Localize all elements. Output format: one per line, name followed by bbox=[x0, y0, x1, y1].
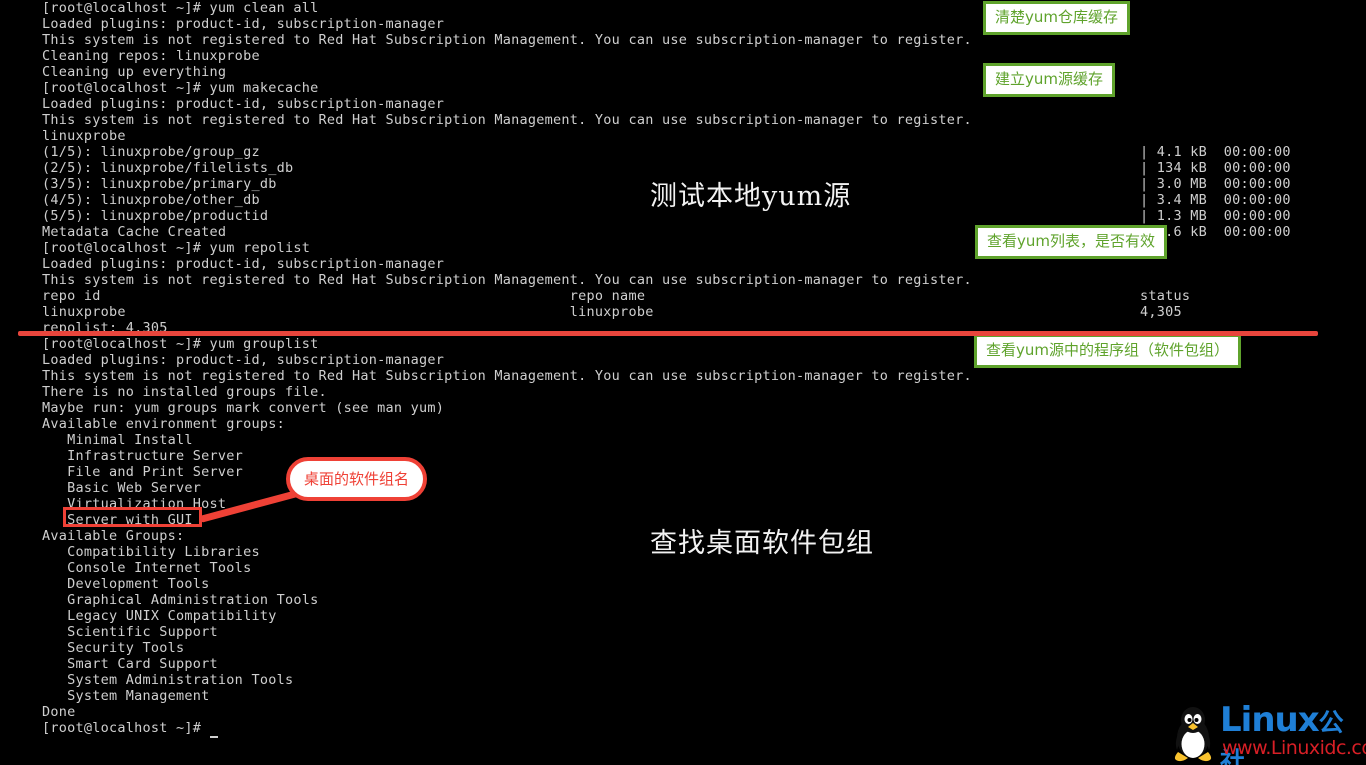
terminal-line: Cleaning repos: linuxprobe bbox=[42, 48, 1366, 64]
terminal-line-text: System Management bbox=[42, 688, 210, 704]
terminal-line: Legacy UNIX Compatibility bbox=[42, 608, 1366, 624]
terminal-line-text: (5/5): linuxprobe/productid bbox=[42, 208, 269, 224]
terminal-line-text: Development Tools bbox=[42, 576, 210, 592]
terminal-line: This system is not registered to Red Hat… bbox=[42, 272, 1366, 288]
terminal-line-text: Basic Web Server bbox=[42, 480, 202, 496]
terminal-line-text: Console Internet Tools bbox=[42, 560, 252, 576]
terminal-line: Security Tools bbox=[42, 640, 1366, 656]
terminal-line-right: | 4.1 kB 00:00:00 bbox=[1140, 144, 1291, 160]
terminal-line: [root@localhost ~]# yum clean all bbox=[42, 0, 1366, 16]
annotation-check-yum-list: 查看yum列表，是否有效 bbox=[975, 225, 1167, 259]
terminal-line: [root@localhost ~]# yum makecache bbox=[42, 80, 1366, 96]
terminal-line-text: [root@localhost ~]# yum grouplist bbox=[42, 336, 319, 352]
terminal-line: linuxprobe linuxprobe 4,305 bbox=[42, 304, 1366, 320]
terminal-line: Console Internet Tools bbox=[42, 560, 1366, 576]
terminal-line: (1/5): linuxprobe/group_gz | 4.1 kB 00:00… bbox=[42, 144, 1366, 160]
terminal-line-right: | 3.0 MB 00:00:00 bbox=[1140, 176, 1291, 192]
terminal-line: Development Tools bbox=[42, 576, 1366, 592]
terminal-line-text: Smart Card Support bbox=[42, 656, 218, 672]
terminal-line-text: Minimal Install bbox=[42, 432, 193, 448]
terminal-line-text: Available Groups: bbox=[42, 528, 185, 544]
terminal-line: There is no installed groups file. bbox=[42, 384, 1366, 400]
terminal-line: System Management bbox=[42, 688, 1366, 704]
terminal-line-text: Scientific Support bbox=[42, 624, 218, 640]
terminal-line: Scientific Support bbox=[42, 624, 1366, 640]
terminal-line: Basic Web Server bbox=[42, 480, 1366, 496]
highlight-box-server-with-gui bbox=[63, 507, 202, 527]
terminal-line-right: 4,305 bbox=[1140, 304, 1182, 320]
logo-brand-en: Linux bbox=[1220, 700, 1320, 740]
terminal-line-text: linuxprobe linuxprobe bbox=[42, 304, 654, 320]
terminal-line-text: Maybe run: yum groups mark convert (see … bbox=[42, 400, 445, 416]
terminal-line: Maybe run: yum groups mark convert (see … bbox=[42, 400, 1366, 416]
callout-desktop-group-name: 桌面的软件组名 bbox=[286, 457, 428, 501]
terminal-line: Loaded plugins: product-id, subscription… bbox=[42, 256, 1366, 272]
terminal-line-text: (2/5): linuxprobe/filelists_db bbox=[42, 160, 294, 176]
terminal-line: Infrastructure Server bbox=[42, 448, 1366, 464]
terminal-line: System Administration Tools bbox=[42, 672, 1366, 688]
terminal-line: Available environment groups: bbox=[42, 416, 1366, 432]
annotation-clean-yum-cache: 清楚yum仓库缓存 bbox=[983, 1, 1130, 35]
annotation-build-yum-cache: 建立yum源缓存 bbox=[983, 63, 1115, 97]
terminal-line-text: repo id repo name bbox=[42, 288, 646, 304]
terminal-cursor bbox=[209, 720, 218, 738]
terminal-line-text: Loaded plugins: product-id, subscription… bbox=[42, 96, 445, 112]
terminal-line: Metadata Cache Created | 1.6 kB 00:00:00 bbox=[42, 224, 1366, 240]
terminal-line-text: [root@localhost ~]# yum clean all bbox=[42, 0, 319, 16]
terminal-line: This system is not registered to Red Hat… bbox=[42, 112, 1366, 128]
terminal-line-text: Done bbox=[42, 704, 76, 720]
terminal-line-text: Graphical Administration Tools bbox=[42, 592, 319, 608]
tux-penguin-icon bbox=[1174, 707, 1212, 762]
terminal-output: [root@localhost ~]# yum clean all Loaded … bbox=[42, 0, 1366, 738]
terminal-line-text: This system is not registered to Red Hat… bbox=[42, 112, 972, 128]
terminal-line: Minimal Install bbox=[42, 432, 1366, 448]
terminal-line-text: Loaded plugins: product-id, subscription… bbox=[42, 352, 445, 368]
terminal-line: File and Print Server bbox=[42, 464, 1366, 480]
red-separator-line bbox=[18, 331, 1318, 336]
terminal-line-text: [root@localhost ~]# yum makecache bbox=[42, 80, 319, 96]
terminal-screenshot: [root@localhost ~]# yum clean all Loaded … bbox=[0, 0, 1366, 765]
terminal-line-text: Compatibility Libraries bbox=[42, 544, 260, 560]
terminal-line-text: (3/5): linuxprobe/primary_db bbox=[42, 176, 277, 192]
annotation-check-yum-groups: 查看yum源中的程序组（软件包组） bbox=[974, 334, 1241, 368]
terminal-line-text: (4/5): linuxprobe/other_db bbox=[42, 192, 260, 208]
terminal-line-right: status bbox=[1140, 288, 1191, 304]
linuxidc-logo: Linux公社 www.Linuxidc.com bbox=[1168, 702, 1366, 765]
terminal-line: [root@localhost ~]# yum repolist bbox=[42, 240, 1366, 256]
heading-test-local-yum: 测试本地yum源 bbox=[650, 181, 852, 212]
terminal-line-text: (1/5): linuxprobe/group_gz bbox=[42, 144, 260, 160]
terminal-line: This system is not registered to Red Hat… bbox=[42, 368, 1366, 384]
terminal-line: linuxprobe bbox=[42, 128, 1366, 144]
terminal-line-text: This system is not registered to Red Hat… bbox=[42, 368, 972, 384]
terminal-line-text: This system is not registered to Red Hat… bbox=[42, 272, 972, 288]
terminal-line-right: | 1.3 MB 00:00:00 bbox=[1140, 208, 1291, 224]
terminal-line-text: System Administration Tools bbox=[42, 672, 294, 688]
terminal-line: Smart Card Support bbox=[42, 656, 1366, 672]
heading-find-desktop-group: 查找桌面软件包组 bbox=[650, 528, 874, 559]
terminal-line-text: linuxprobe bbox=[42, 128, 126, 144]
terminal-line-text: Infrastructure Server bbox=[42, 448, 244, 464]
terminal-line: Loaded plugins: product-id, subscription… bbox=[42, 96, 1366, 112]
terminal-line: repo id repo name status bbox=[42, 288, 1366, 304]
terminal-line-text: Metadata Cache Created bbox=[42, 224, 227, 240]
terminal-line-text: Cleaning up everything bbox=[42, 64, 227, 80]
terminal-line: Graphical Administration Tools bbox=[42, 592, 1366, 608]
terminal-line-text: Available environment groups: bbox=[42, 416, 285, 432]
terminal-line-text: There is no installed groups file. bbox=[42, 384, 327, 400]
terminal-line-text: File and Print Server bbox=[42, 464, 244, 480]
terminal-line-text: This system is not registered to Red Hat… bbox=[42, 32, 972, 48]
terminal-line-text: [root@localhost ~]# yum repolist bbox=[42, 240, 311, 256]
terminal-line-text: [root@localhost ~]# bbox=[42, 720, 210, 736]
terminal-line-text: Security Tools bbox=[42, 640, 185, 656]
terminal-line: Loaded plugins: product-id, subscription… bbox=[42, 16, 1366, 32]
terminal-line-right: | 3.4 MB 00:00:00 bbox=[1140, 192, 1291, 208]
logo-url: www.Linuxidc.com bbox=[1222, 737, 1366, 759]
terminal-line-text: Cleaning repos: linuxprobe bbox=[42, 48, 260, 64]
terminal-line-text: Loaded plugins: product-id, subscription… bbox=[42, 16, 445, 32]
terminal-line-text: Legacy UNIX Compatibility bbox=[42, 608, 277, 624]
terminal-line: Cleaning up everything bbox=[42, 64, 1366, 80]
terminal-line: This system is not registered to Red Hat… bbox=[42, 32, 1366, 48]
terminal-line-text: Loaded plugins: product-id, subscription… bbox=[42, 256, 445, 272]
terminal-line-right: | 134 kB 00:00:00 bbox=[1140, 160, 1291, 176]
